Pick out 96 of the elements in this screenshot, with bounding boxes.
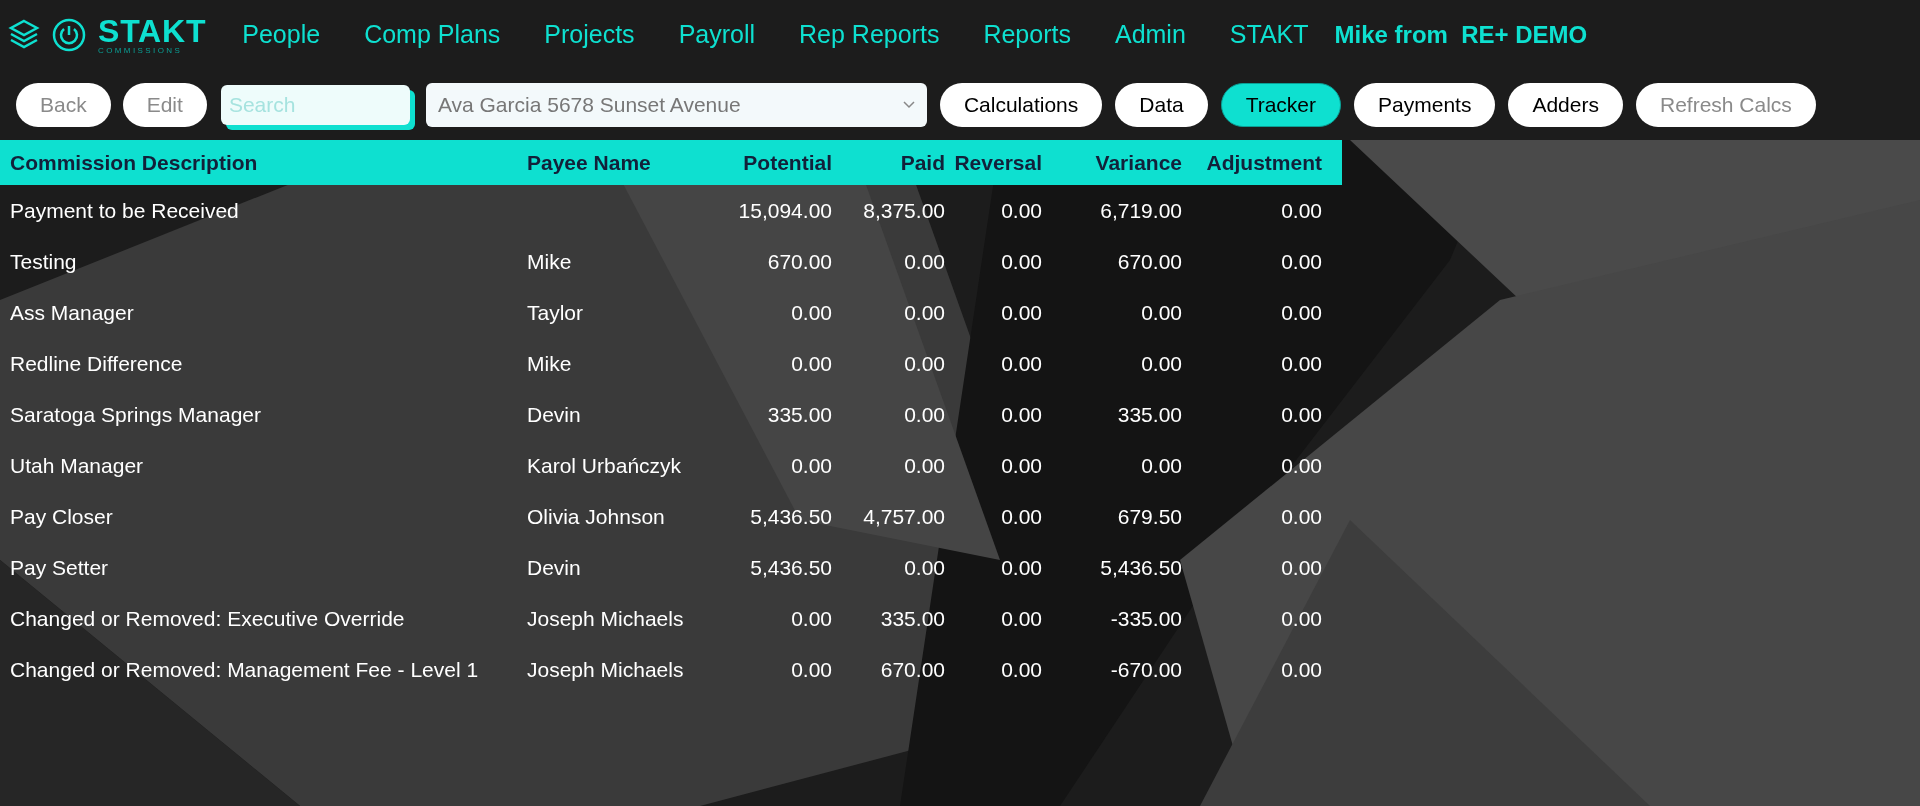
table-cell: Olivia Johnson [527, 504, 665, 528]
table-cell: 0.00 [1001, 300, 1042, 324]
table-cell: Karol Urbańczyk [527, 453, 682, 477]
table-cell: 0.00 [904, 249, 945, 273]
table-cell: 8,375.00 [863, 198, 945, 222]
view-tab[interactable]: Calculations [939, 83, 1103, 127]
table-cell: 0.00 [904, 453, 945, 477]
table-cell: 0.00 [1281, 351, 1322, 375]
table-cell: Changed or Removed: Management Fee - Level 1 [10, 657, 479, 681]
table-cell: 5,436.50 [750, 555, 832, 579]
view-tab[interactable]: Tracker [1220, 83, 1342, 127]
search-field[interactable]: Search [220, 85, 410, 125]
table-cell: 0.00 [904, 300, 945, 324]
brand-name: STAKT [98, 15, 207, 47]
table-cell: 0.00 [1001, 351, 1042, 375]
table-cell: 0.00 [1001, 504, 1042, 528]
column-header: Potential [742, 149, 832, 176]
table-cell: Utah Manager [10, 453, 144, 477]
nav-link[interactable]: Admin [1114, 16, 1186, 54]
table-cell: Testing [10, 249, 77, 273]
table-cell: 0.00 [1281, 606, 1322, 630]
table-cell: 5,436.50 [1100, 555, 1182, 579]
table-cell: 0.00 [1001, 453, 1042, 477]
nav-link[interactable]: People [242, 16, 321, 54]
table-cell: Pay Closer [10, 504, 113, 528]
table-cell: 0.00 [1001, 198, 1042, 222]
table-cell: 0.00 [791, 453, 832, 477]
table-cell: 0.00 [1001, 657, 1042, 681]
table-cell: Mike [527, 351, 572, 375]
nav-link[interactable]: Projects [544, 16, 635, 54]
table-cell: 679.50 [1117, 504, 1182, 528]
table-cell: 15,094.00 [738, 198, 832, 222]
table-cell: 0.00 [1141, 351, 1182, 375]
table-cell: Ass Manager [10, 300, 134, 324]
column-header: Reversal [953, 149, 1042, 176]
project-select[interactable]: Ava Garcia 5678 Sunset Avenue [425, 83, 927, 127]
table-cell: Devin [527, 402, 581, 426]
table-cell: 0.00 [1001, 402, 1042, 426]
table-cell: 0.00 [1281, 300, 1322, 324]
table-cell: 0.00 [1141, 453, 1182, 477]
table-cell: -670.00 [1110, 657, 1182, 681]
table-cell: 335.00 [767, 402, 832, 426]
table-cell: 0.00 [1281, 504, 1322, 528]
table-cell: Saratoga Springs Manager [10, 402, 261, 426]
nav-link[interactable]: Rep Reports [799, 16, 940, 54]
nav-link[interactable]: STAKT [1229, 16, 1309, 54]
table-cell: 6,719.00 [1100, 198, 1182, 222]
power-icon [52, 18, 86, 52]
table-cell: 4,757.00 [863, 504, 945, 528]
table-cell: 0.00 [1281, 249, 1322, 273]
brand-tagline: COMMISSIONS [98, 47, 184, 55]
column-header: Commission Description [9, 149, 259, 176]
table-cell: Redline Difference [10, 351, 183, 375]
table-cell: 0.00 [1281, 657, 1322, 681]
table-cell: 5,436.50 [750, 504, 832, 528]
table-cell: -335.00 [1110, 606, 1182, 630]
column-header: Adjustment [1205, 149, 1323, 176]
table-cell: Mike [527, 249, 572, 273]
user-label: Mike from RE+ DEMO [1334, 20, 1588, 50]
table-cell: 670.00 [767, 249, 832, 273]
table-cell: 0.00 [791, 657, 832, 681]
table-cell: 0.00 [1141, 300, 1182, 324]
nav-link[interactable]: Payroll [678, 16, 756, 54]
table-cell: 0.00 [1281, 453, 1322, 477]
table-cell: 0.00 [1001, 555, 1042, 579]
nav-link[interactable]: Comp Plans [364, 16, 501, 54]
table-cell: Pay Setter [10, 555, 109, 579]
column-header: Payee Name [527, 149, 652, 176]
table-cell: 0.00 [904, 351, 945, 375]
table-cell: 0.00 [791, 300, 832, 324]
table-cell: Joseph Michaels [527, 606, 684, 630]
table-cell: Payment to be Received [10, 198, 239, 222]
table-cell: 0.00 [791, 606, 832, 630]
table-cell: 670.00 [880, 657, 945, 681]
table-cell: 0.00 [1001, 249, 1042, 273]
table-cell: Devin [527, 555, 581, 579]
table-cell: 335.00 [1117, 402, 1182, 426]
table-cell: 0.00 [904, 555, 945, 579]
table-cell: Joseph Michaels [527, 657, 684, 681]
column-header: Paid [899, 149, 945, 176]
column-header: Variance [1094, 149, 1182, 176]
nav-link[interactable]: Reports [983, 16, 1071, 54]
table-cell: Changed or Removed: Executive Override [10, 606, 405, 630]
table-cell: 670.00 [1117, 249, 1182, 273]
table-cell: 0.00 [904, 402, 945, 426]
view-tab[interactable]: Data [1115, 83, 1208, 127]
table-cell: 0.00 [1281, 402, 1322, 426]
table-cell: 0.00 [791, 351, 832, 375]
view-tab[interactable]: Payments [1354, 83, 1496, 127]
table-cell: Taylor [527, 300, 584, 324]
table-cell: 335.00 [880, 606, 945, 630]
table-cell: 0.00 [1001, 606, 1042, 630]
table-cell: 0.00 [1281, 198, 1322, 222]
table-cell: 0.00 [1281, 555, 1322, 579]
view-tab[interactable]: Adders [1508, 83, 1623, 127]
chevron-down-icon [902, 101, 915, 109]
